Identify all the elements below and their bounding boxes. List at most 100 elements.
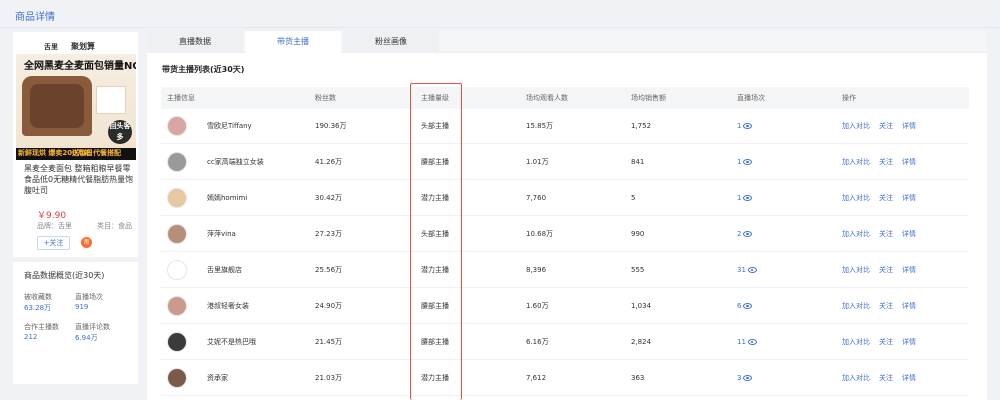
product-brand: 品牌：舌里 [37, 222, 72, 230]
eye-icon[interactable] [747, 267, 757, 273]
product-title[interactable]: 黑麦全麦面包 整箱粗粮早餐零食品低0无糖精代餐脂肪热量饱腹吐司 [24, 163, 136, 196]
fans-count: 41.26万 [315, 158, 343, 166]
details-link[interactable]: 详情 [902, 158, 916, 166]
anchor-avatar[interactable] [167, 368, 187, 388]
taobao-shop-icon[interactable]: 淘 [81, 237, 92, 248]
follow-link[interactable]: 关注 [879, 158, 893, 166]
details-link[interactable]: 详情 [902, 122, 916, 130]
anchor-avatar[interactable] [167, 260, 187, 280]
follow-link[interactable]: 关注 [879, 122, 893, 130]
table-row[interactable]: 雪欧尼Tiffany 190.36万 头部主播 15.85万 1,752 1 加入对比 关注 详… [161, 109, 969, 144]
tab-fan-profile[interactable]: 粉丝画像 [343, 31, 439, 53]
anchor-name[interactable]: 资承家 [207, 361, 228, 396]
row-actions: 加入对比 关注 详情 [842, 361, 925, 396]
row-actions: 加入对比 关注 详情 [842, 325, 925, 360]
add-compare-link[interactable]: 加入对比 [842, 266, 870, 274]
follow-link[interactable]: 关注 [879, 230, 893, 238]
table-row[interactable]: 舌里旗舰店 25.56万 潜力主播 8,396 555 31 加入对比 关注 详情 [161, 253, 969, 288]
anchor-name[interactable]: 港叔轻奢女装 [207, 289, 249, 324]
sessions-link[interactable]: 3 [737, 361, 753, 396]
details-link[interactable]: 详情 [902, 266, 916, 274]
anchor-name[interactable]: 嫣嫣homimi [207, 181, 247, 216]
sessions-link[interactable]: 1 [737, 145, 753, 180]
sessions-link[interactable]: 6 [737, 289, 753, 324]
sessions-count: 2 [737, 230, 742, 238]
product-price: ￥9.90 [37, 211, 67, 221]
table-row[interactable]: 嫣嫣homimi 30.42万 潜力主播 7,760 5 1 加入对比 关注 详情 [161, 181, 969, 216]
product-image[interactable]: 舌里 聚划算 全网黑麦全麦面包销量NO.1 回头客多 新鲜现烘 爆卖200万箱 … [16, 40, 136, 160]
eye-icon[interactable] [743, 123, 753, 129]
tab-live-data[interactable]: 直播数据 [147, 31, 243, 53]
image-headline: 全网黑麦全麦面包销量NO.1 [24, 61, 136, 72]
add-compare-link[interactable]: 加入对比 [842, 338, 870, 346]
overview-value: 212 [24, 333, 38, 341]
anchor-name[interactable]: 雪欧尼Tiffany [207, 109, 252, 144]
anchor-avatar[interactable] [167, 152, 187, 172]
tab-anchors[interactable]: 带货主播 [245, 31, 341, 54]
details-link[interactable]: 详情 [902, 302, 916, 310]
avg-sales: 990 [631, 230, 645, 238]
follow-button[interactable]: +关注 [37, 236, 70, 250]
details-link[interactable]: 详情 [902, 230, 916, 238]
overview-label: 合作主播数 [24, 323, 59, 331]
anchor-level: 潜力主播 [421, 374, 449, 382]
overview-title: 商品数据概览(近30天) [24, 271, 105, 280]
anchor-name[interactable]: 萍萍vina [207, 217, 236, 252]
tab-bar: 直播数据 带货主播 粉丝画像 [147, 31, 987, 54]
anchor-avatar[interactable] [167, 224, 187, 244]
overview-value: 63.28万 [24, 304, 52, 312]
follow-link[interactable]: 关注 [879, 266, 893, 274]
sessions-link[interactable]: 2 [737, 217, 753, 252]
table-row[interactable]: 萍萍vina 27.23万 头部主播 10.68万 990 2 加入对比 关注 详情 [161, 217, 969, 252]
main-panel: 直播数据 带货主播 粉丝画像 带货主播列表(近30天) 主播信息 粉丝数 主播量… [147, 31, 987, 400]
add-compare-link[interactable]: 加入对比 [842, 302, 870, 310]
sessions-link[interactable]: 1 [737, 181, 753, 216]
add-compare-link[interactable]: 加入对比 [842, 194, 870, 202]
table-row[interactable]: 港叔轻奢女装 24.90万 腰部主播 1.60万 1,034 6 加入对比 关注 详情 [161, 289, 969, 324]
follow-link[interactable]: 关注 [879, 302, 893, 310]
col-header-level: 主播量级 [421, 94, 449, 102]
avg-viewers: 7,760 [526, 194, 547, 202]
sessions-count: 1 [737, 158, 742, 166]
anchor-avatar[interactable] [167, 332, 187, 352]
add-compare-link[interactable]: 加入对比 [842, 230, 870, 238]
eye-icon[interactable] [743, 195, 753, 201]
anchor-name[interactable]: 艾妮不是热巴哦 [207, 325, 256, 360]
package-graphic [96, 86, 126, 114]
sessions-count: 11 [737, 338, 746, 346]
details-link[interactable]: 详情 [902, 338, 916, 346]
anchor-name[interactable]: 舌里旗舰店 [207, 253, 242, 288]
eye-icon[interactable] [743, 303, 753, 309]
details-link[interactable]: 详情 [902, 194, 916, 202]
sessions-link[interactable]: 1 [737, 109, 753, 144]
row-actions: 加入对比 关注 详情 [842, 289, 925, 324]
table-row[interactable]: 资承家 21.03万 潜力主播 7,612 363 3 加入对比 关注 详情 [161, 361, 969, 396]
image-footer: 新鲜现烘 爆卖200万箱 送每日代餐搭配 [16, 148, 136, 160]
sessions-link[interactable]: 31 [737, 253, 757, 288]
anchor-avatar[interactable] [167, 116, 187, 136]
add-compare-link[interactable]: 加入对比 [842, 374, 870, 382]
details-link[interactable]: 详情 [902, 374, 916, 382]
follow-link[interactable]: 关注 [879, 374, 893, 382]
sessions-link[interactable]: 11 [737, 325, 757, 360]
avg-viewers: 1.60万 [526, 302, 549, 310]
follow-link[interactable]: 关注 [879, 194, 893, 202]
eye-icon[interactable] [747, 339, 757, 345]
row-actions: 加入对比 关注 详情 [842, 109, 925, 144]
add-compare-link[interactable]: 加入对比 [842, 122, 870, 130]
anchor-avatar[interactable] [167, 188, 187, 208]
follow-link[interactable]: 关注 [879, 338, 893, 346]
avg-sales: 1,034 [631, 302, 652, 310]
fans-count: 27.23万 [315, 230, 343, 238]
table-row[interactable]: 艾妮不是热巴哦 21.45万 腰部主播 6.16万 2,824 11 加入对比 关注 详情 [161, 325, 969, 360]
sessions-count: 6 [737, 302, 742, 310]
table-row[interactable]: cc家高端独立女装 41.26万 腰部主播 1.01万 841 1 加入对比 关注 详情 [161, 145, 969, 180]
eye-icon[interactable] [743, 231, 753, 237]
anchor-name[interactable]: cc家高端独立女装 [207, 145, 264, 180]
add-compare-link[interactable]: 加入对比 [842, 158, 870, 166]
bread-graphic-inner [30, 84, 84, 128]
anchor-level: 潜力主播 [421, 194, 449, 202]
eye-icon[interactable] [743, 159, 753, 165]
eye-icon[interactable] [743, 375, 753, 381]
anchor-avatar[interactable] [167, 296, 187, 316]
